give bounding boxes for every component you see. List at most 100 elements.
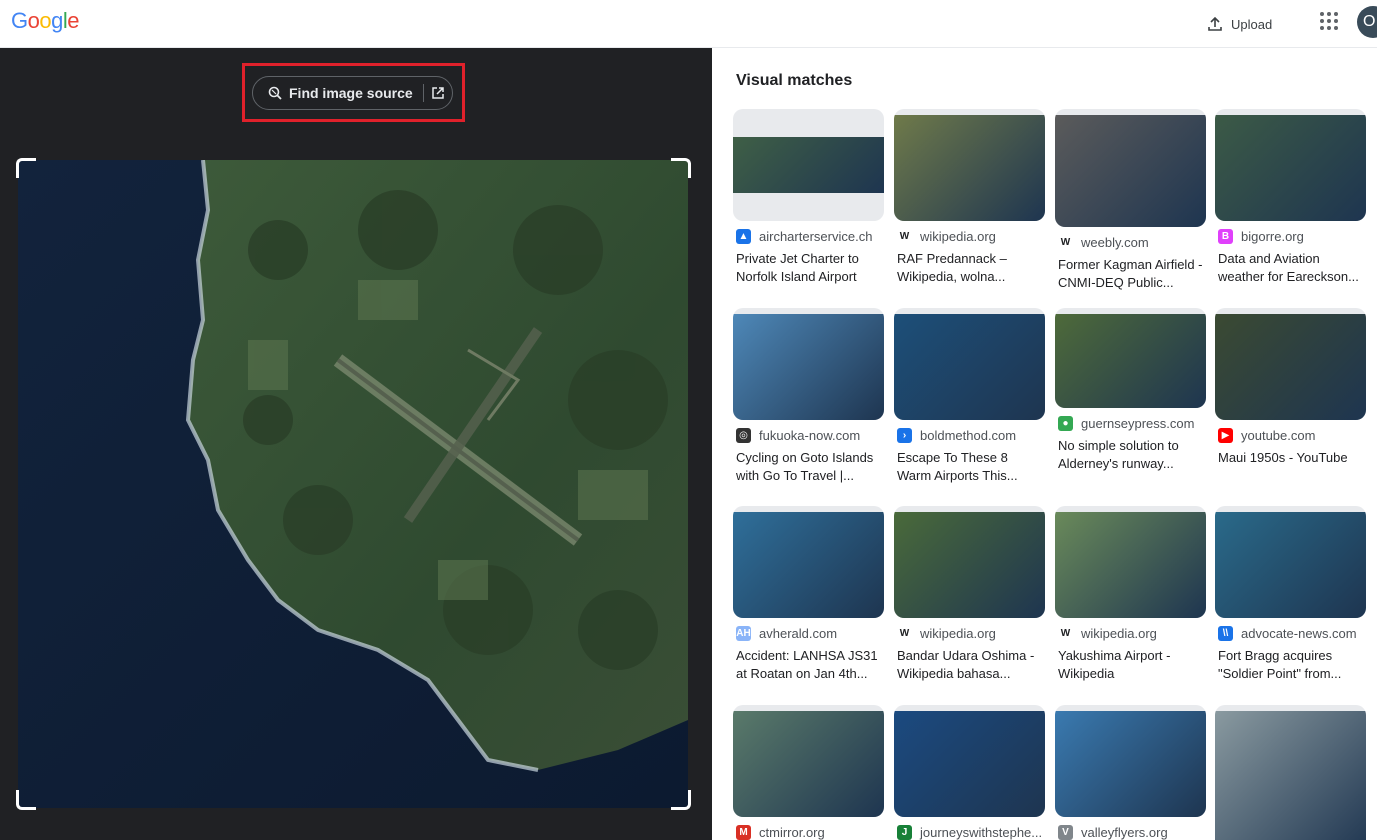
match-thumbnail[interactable]	[1215, 705, 1366, 840]
match-title[interactable]: Data and Aviation weather for Eareckson.…	[1215, 250, 1366, 285]
match-thumbnail[interactable]	[733, 506, 884, 618]
visual-match-card[interactable]: ◎ fukuoka-now.com Cycling on Goto Islands …	[733, 308, 884, 484]
lens-search-icon	[268, 86, 282, 100]
site-favicon-icon: W	[1058, 626, 1073, 641]
match-title[interactable]: RAF Predannack – Wikipedia, wolna...	[894, 250, 1045, 285]
match-thumbnail[interactable]	[1055, 308, 1206, 408]
find-image-source-button[interactable]: Find image source	[252, 76, 453, 110]
logo-letter: o	[39, 8, 52, 33]
thumbnail-image	[1055, 711, 1206, 817]
site-name: guernseypress.com	[1081, 416, 1195, 431]
match-thumbnail[interactable]	[894, 506, 1045, 618]
site-name: wikipedia.org	[1081, 626, 1157, 641]
visual-match-card[interactable]: Wwikipedia.org Yakushima Airport - Wikipe…	[1055, 506, 1206, 682]
thumbnail-image	[733, 137, 884, 193]
match-thumbnail[interactable]	[894, 705, 1045, 817]
visual-match-card[interactable]: Mctmirror.org	[733, 705, 884, 840]
google-logo[interactable]: Google	[11, 8, 80, 34]
match-source: AH avherald.com	[733, 626, 884, 641]
match-source: Wweebly.com	[1055, 235, 1206, 250]
site-name: weebly.com	[1081, 235, 1149, 250]
match-thumbnail[interactable]	[894, 109, 1045, 221]
match-source: Mctmirror.org	[733, 825, 884, 840]
apps-grid-icon[interactable]	[1320, 12, 1338, 30]
visual-match-card[interactable]: Wweebly.com Former Kagman Airfield - CNMI…	[1055, 109, 1206, 291]
site-name: valleyflyers.org	[1081, 825, 1168, 840]
visual-match-card[interactable]: Vvalleyflyers.org	[1055, 705, 1206, 840]
thumbnail-image	[894, 314, 1045, 420]
crop-handle-top-left[interactable]	[16, 158, 36, 178]
match-title[interactable]: Bandar Udara Oshima - Wikipedia bahasa..…	[894, 647, 1045, 682]
match-title[interactable]: Yakushima Airport - Wikipedia	[1055, 647, 1206, 682]
match-thumbnail[interactable]	[1215, 308, 1366, 420]
site-favicon-icon: ●	[1058, 416, 1073, 431]
site-favicon-icon: W	[897, 626, 912, 641]
match-title[interactable]: Former Kagman Airfield - CNMI-DEQ Public…	[1055, 256, 1206, 291]
results-panel: Visual matches ▲ aircharterservice.ch Priv…	[712, 48, 1377, 840]
match-title[interactable]: Cycling on Goto Islands with Go To Trave…	[733, 449, 884, 484]
crop-handle-bottom-left[interactable]	[16, 790, 36, 810]
site-name: fukuoka-now.com	[759, 428, 861, 443]
site-favicon-icon: M	[736, 825, 751, 840]
match-source: Wwikipedia.org	[894, 229, 1045, 244]
logo-letter: o	[27, 8, 40, 33]
crop-handle-bottom-right[interactable]	[671, 790, 691, 810]
account-avatar[interactable]: O	[1357, 6, 1377, 38]
visual-match-card[interactable]: ▲ aircharterservice.ch Private Jet Charter…	[733, 109, 884, 285]
visual-match-card[interactable]: Jjourneyswithstephe...	[894, 705, 1045, 840]
match-source: \\ advocate-news.com	[1215, 626, 1366, 641]
site-name: advocate-news.com	[1241, 626, 1357, 641]
match-thumbnail[interactable]	[1055, 506, 1206, 618]
visual-match-card[interactable]: Bbigorre.org Data and Aviation weather fo…	[1215, 109, 1366, 285]
crop-selection[interactable]	[16, 158, 691, 810]
site-name: wikipedia.org	[920, 229, 996, 244]
site-favicon-icon: V	[1058, 825, 1073, 840]
site-name: aircharterservice.ch	[759, 229, 873, 244]
match-thumbnail[interactable]	[894, 308, 1045, 420]
match-title[interactable]: Escape To These 8 Warm Airports This...	[894, 449, 1045, 484]
site-favicon-icon: B	[1218, 229, 1233, 244]
visual-match-card[interactable]	[1215, 705, 1366, 840]
site-favicon-icon: ▶	[1218, 428, 1233, 443]
visual-match-card[interactable]: › boldmethod.com Escape To These 8 Warm Ai…	[894, 308, 1045, 484]
match-title[interactable]: Accident: LANHSA JS31 at Roatan on Jan 4…	[733, 647, 884, 682]
open-in-new-icon	[431, 87, 444, 99]
visual-match-card[interactable]: Wwikipedia.org RAF Predannack – Wikipedia…	[894, 109, 1045, 285]
match-thumbnail[interactable]	[1055, 705, 1206, 817]
match-title[interactable]: Maui 1950s - YouTube	[1215, 449, 1366, 484]
visual-match-card[interactable]: ● guernseypress.com No simple solution to …	[1055, 308, 1206, 472]
match-thumbnail[interactable]	[733, 308, 884, 420]
site-favicon-icon: ◎	[736, 428, 751, 443]
site-favicon-icon: J	[897, 825, 912, 840]
thumbnail-image	[1215, 711, 1366, 840]
logo-letter: G	[11, 8, 28, 33]
thumbnail-image	[894, 115, 1045, 221]
visual-match-card[interactable]: \\ advocate-news.com Fort Bragg acquires "…	[1215, 506, 1366, 682]
site-favicon-icon: \\	[1218, 626, 1233, 641]
match-thumbnail[interactable]	[1215, 109, 1366, 221]
top-bar: Google Upload O	[0, 0, 1377, 48]
match-source: ▶ youtube.com	[1215, 428, 1366, 443]
match-source: ◎ fukuoka-now.com	[733, 428, 884, 443]
match-source: Vvalleyflyers.org	[1055, 825, 1206, 840]
match-thumbnail[interactable]	[733, 109, 884, 221]
site-name: avherald.com	[759, 626, 838, 641]
thumbnail-image	[894, 711, 1045, 817]
thumbnail-image	[1215, 115, 1366, 221]
match-title[interactable]: No simple solution to Alderney's runway.…	[1055, 437, 1206, 472]
visual-match-card[interactable]: AH avherald.com Accident: LANHSA JS31 at R…	[733, 506, 884, 682]
upload-label: Upload	[1231, 16, 1273, 32]
match-thumbnail[interactable]	[1055, 109, 1206, 227]
match-source: Jjourneyswithstephe...	[894, 825, 1045, 840]
visual-match-card[interactable]: ▶ youtube.com Maui 1950s - YouTube	[1215, 308, 1366, 484]
thumbnail-image	[1055, 115, 1206, 227]
match-source: ● guernseypress.com	[1055, 416, 1206, 431]
match-source: › boldmethod.com	[894, 428, 1045, 443]
match-title[interactable]: Private Jet Charter to Norfolk Island Ai…	[733, 250, 884, 285]
match-thumbnail[interactable]	[1215, 506, 1366, 618]
crop-handle-top-right[interactable]	[671, 158, 691, 178]
visual-match-card[interactable]: Wwikipedia.org Bandar Udara Oshima - Wiki…	[894, 506, 1045, 682]
upload-button[interactable]: Upload	[1207, 12, 1272, 36]
match-thumbnail[interactable]	[733, 705, 884, 817]
match-title[interactable]: Fort Bragg acquires "Soldier Point" from…	[1215, 647, 1366, 682]
